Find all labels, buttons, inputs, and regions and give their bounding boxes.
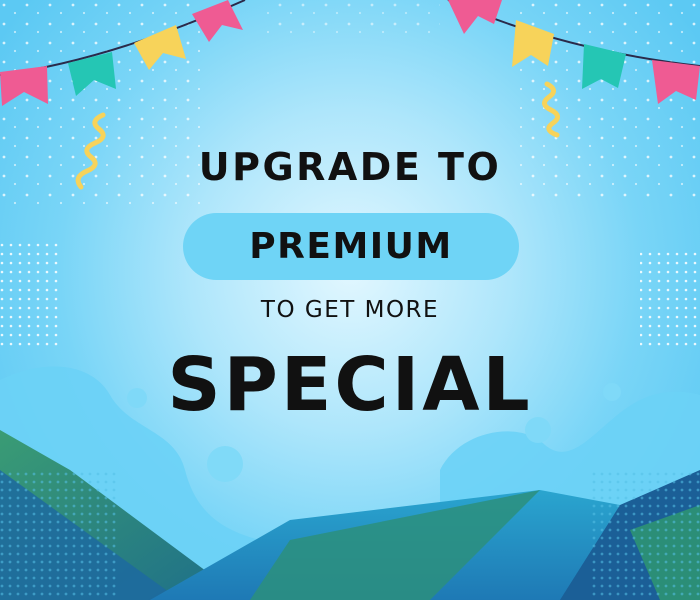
premium-label: PREMIUM [249, 226, 453, 267]
headline-upgrade: UPGRADE TO [198, 145, 502, 189]
subheadline: TO GET MORE [260, 297, 440, 323]
promo-banner: UPGRADE TO PREMIUM TO GET MORE SPECIAL [0, 0, 700, 600]
premium-badge: PREMIUM [183, 213, 519, 280]
headline-special: SPECIAL [167, 342, 533, 428]
